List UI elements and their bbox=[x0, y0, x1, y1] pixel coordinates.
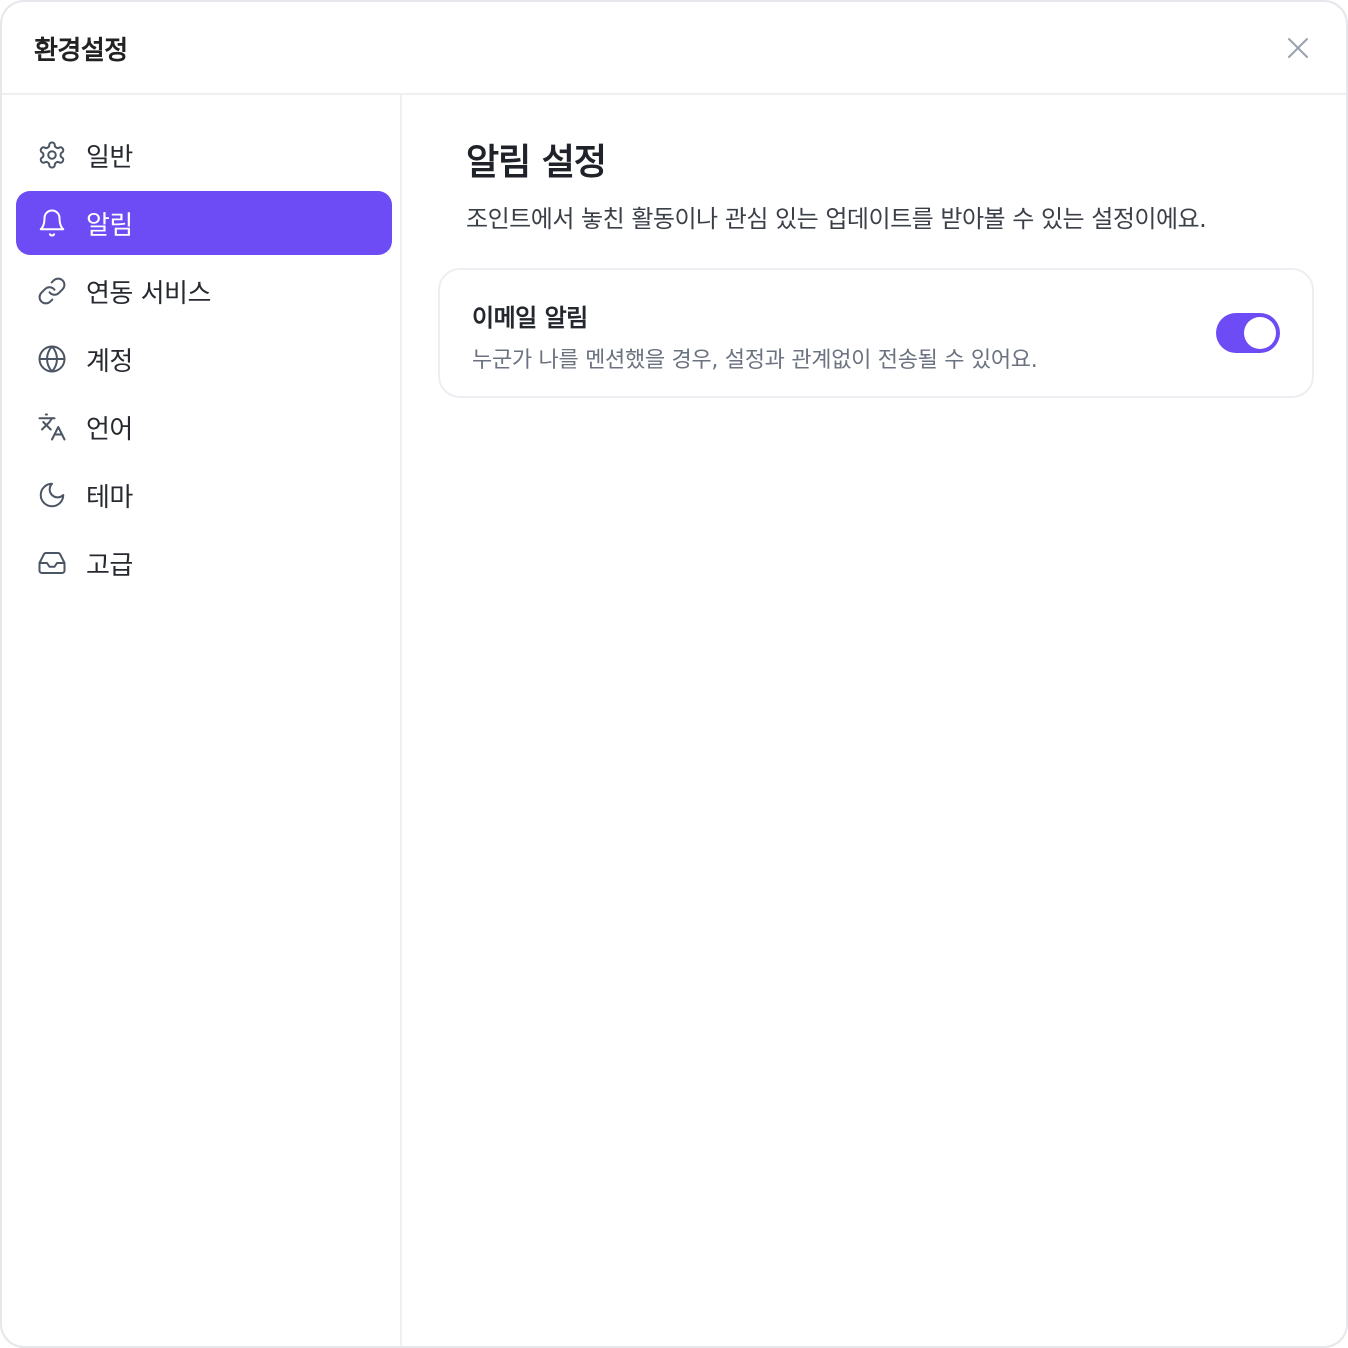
dialog-header: 환경설정 bbox=[2, 2, 1346, 95]
bell-icon bbox=[36, 207, 68, 239]
moon-icon bbox=[36, 479, 68, 511]
page-description: 조인트에서 놓친 활동이나 관심 있는 업데이트를 받아볼 수 있는 설정이에요… bbox=[466, 205, 1207, 233]
sidebar-item-label: 테마 bbox=[86, 482, 133, 513]
sidebar-item-general[interactable]: 일반 bbox=[16, 123, 392, 187]
close-button[interactable] bbox=[1280, 30, 1316, 66]
setting-title: 이메일 알림 bbox=[472, 304, 588, 332]
dialog-title: 환경설정 bbox=[34, 36, 128, 66]
settings-dialog: 환경설정 일반 알림 연동 서비스 계정 언어 테마 고급 알림 설정 조인트에… bbox=[0, 0, 1348, 1348]
sidebar-item-notifications[interactable]: 알림 bbox=[16, 191, 392, 255]
close-icon bbox=[1288, 38, 1308, 58]
sidebar-item-account[interactable]: 계정 bbox=[16, 327, 392, 391]
sidebar-item-integrations[interactable]: 연동 서비스 bbox=[16, 259, 392, 323]
sidebar-item-advanced[interactable]: 고급 bbox=[16, 531, 392, 595]
page-title: 알림 설정 bbox=[466, 142, 607, 183]
setting-description: 누군가 나를 멘션했을 경우, 설정과 관계없이 전송될 수 있어요. bbox=[472, 348, 1038, 373]
sidebar-item-label: 일반 bbox=[86, 142, 133, 173]
sidebar-item-label: 알림 bbox=[86, 210, 133, 241]
sidebar: 일반 알림 연동 서비스 계정 언어 테마 고급 bbox=[2, 95, 402, 1346]
sidebar-item-label: 언어 bbox=[86, 414, 133, 445]
sidebar-item-theme[interactable]: 테마 bbox=[16, 463, 392, 527]
translate-icon bbox=[36, 411, 68, 443]
sidebar-item-label: 계정 bbox=[86, 346, 133, 377]
sidebar-item-label: 고급 bbox=[86, 550, 133, 581]
main-content: 알림 설정 조인트에서 놓친 활동이나 관심 있는 업데이트를 받아볼 수 있는… bbox=[404, 95, 1346, 1346]
email-notification-card: 이메일 알림 누군가 나를 멘션했을 경우, 설정과 관계없이 전송될 수 있어… bbox=[438, 268, 1314, 398]
sidebar-item-language[interactable]: 언어 bbox=[16, 395, 392, 459]
globe-icon bbox=[36, 343, 68, 375]
link-icon bbox=[36, 275, 68, 307]
toggle-knob bbox=[1244, 317, 1276, 349]
inbox-icon bbox=[36, 547, 68, 579]
email-notification-toggle[interactable] bbox=[1216, 313, 1280, 353]
sidebar-item-label: 연동 서비스 bbox=[86, 278, 211, 309]
gear-icon bbox=[36, 139, 68, 171]
